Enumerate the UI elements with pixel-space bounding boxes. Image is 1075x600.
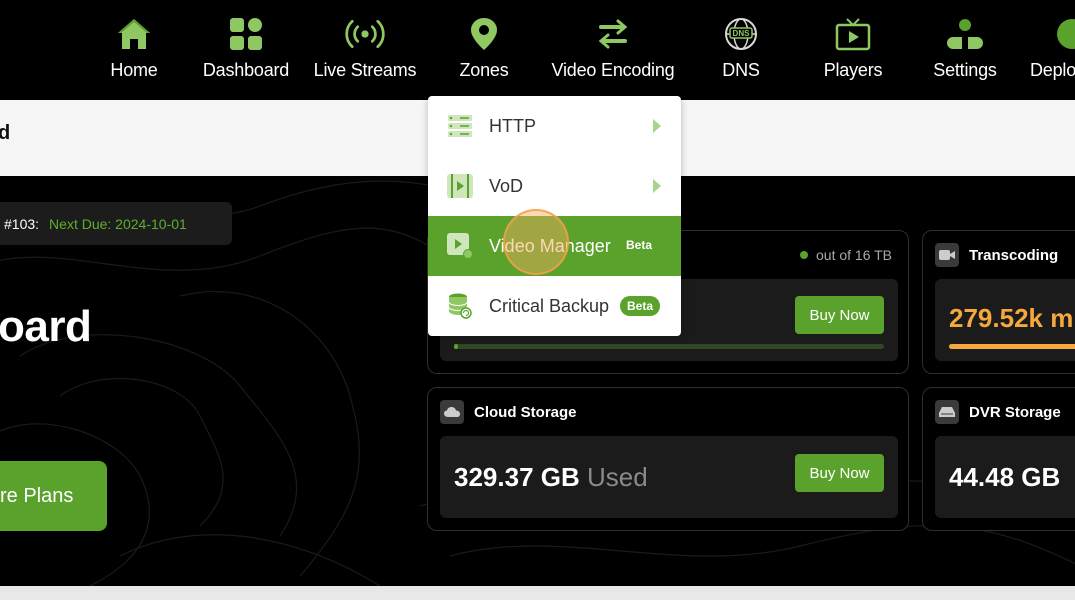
nav-dashboard-label: Dashboard — [202, 60, 290, 80]
invoice-number: #103: — [4, 215, 40, 232]
status-dot — [800, 251, 808, 259]
transcoding-usage-panel: 279.52k m — [935, 279, 1075, 361]
transcoding-value: 279.52k m — [949, 303, 1074, 333]
deploy-icon — [1052, 14, 1075, 54]
nav-video-encoding[interactable]: Video Encoding — [548, 14, 678, 94]
beta-badge: Beta — [620, 296, 661, 316]
server-rack-icon — [447, 113, 473, 139]
transcoding-card: Transcoding 279.52k m — [922, 230, 1075, 374]
submenu-arrow-icon — [653, 179, 661, 193]
explore-plans-button[interactable]: re Plans — [0, 461, 107, 531]
dns-globe-icon: DNS — [721, 14, 761, 54]
bandwidth-buy-now-button[interactable]: Buy Now — [795, 296, 884, 334]
nav-home-label: Home — [110, 60, 158, 80]
zones-dropdown-menu: HTTP VoD Video Manager Beta Critical Bac… — [428, 96, 681, 336]
cloud-storage-used-label: Used — [586, 462, 648, 492]
dvr-storage-value: 44.48 GB — [949, 462, 1061, 492]
nav-home[interactable]: Home — [104, 14, 164, 94]
film-play-icon — [447, 173, 473, 199]
nav-live-streams-label: Live Streams — [313, 60, 417, 80]
submenu-arrow-icon — [653, 119, 661, 133]
menu-item-http[interactable]: HTTP — [428, 96, 681, 156]
top-navigation: Home Dashboard Live Streams Zones Video — [0, 0, 1075, 100]
menu-item-http-label: HTTP — [489, 115, 536, 136]
nav-dns-label: DNS — [722, 60, 760, 80]
nav-video-encoding-label: Video Encoding — [551, 60, 675, 80]
beta-badge: Beta — [626, 238, 653, 252]
cloud-storage-card: Cloud Storage 329.37 GB Used Buy Now — [427, 387, 909, 531]
nav-dashboard[interactable]: Dashboard — [200, 14, 292, 94]
tv-play-icon — [833, 14, 873, 54]
user-settings-icon — [945, 14, 985, 54]
cloud-icon — [440, 400, 464, 424]
breadcrumb: d — [0, 122, 11, 144]
menu-item-video-manager[interactable]: Video Manager Beta — [428, 216, 681, 276]
camera-icon — [935, 243, 959, 267]
dvr-storage-usage-panel: 44.48 GB — [935, 436, 1075, 518]
dvr-storage-card-header: DVR Storage — [935, 400, 1061, 424]
svg-text:DNS: DNS — [733, 29, 751, 38]
menu-item-critical-backup[interactable]: Critical Backup Beta — [428, 276, 681, 336]
nav-settings-label: Settings — [933, 60, 997, 80]
bandwidth-limit: out of 16 TB — [800, 247, 892, 263]
hard-drive-icon — [935, 400, 959, 424]
bandwidth-usage-bar — [454, 344, 884, 349]
cloud-storage-amount: 329.37 GB — [454, 462, 580, 492]
nav-deploy-label: Deplo — [1030, 60, 1075, 80]
bandwidth-usage-fill — [454, 344, 459, 349]
transcoding-usage-bar — [949, 344, 1075, 349]
nav-players[interactable]: Players — [818, 14, 888, 94]
cloud-storage-title: Cloud Storage — [474, 403, 577, 421]
next-due-badge: #103: Next Due: 2024-10-01 — [0, 202, 232, 245]
footer-strip — [0, 586, 1075, 600]
nav-players-label: Players — [823, 60, 883, 80]
dvr-storage-title: DVR Storage — [969, 403, 1061, 421]
nav-dns[interactable]: DNS DNS — [714, 14, 768, 94]
next-due-date: Next Due: 2024-10-01 — [49, 215, 187, 232]
encoding-icon — [593, 14, 633, 54]
home-icon — [114, 14, 154, 54]
bandwidth-limit-text: out of 16 TB — [816, 247, 893, 263]
cloud-storage-card-header: Cloud Storage — [440, 400, 577, 424]
page-title: oard — [0, 302, 92, 351]
page: Home Dashboard Live Streams Zones Video — [0, 0, 1075, 600]
nav-settings[interactable]: Settings — [928, 14, 1002, 94]
dashboard-icon — [226, 14, 266, 54]
cloud-storage-usage-panel: 329.37 GB Used Buy Now — [440, 436, 898, 518]
nav-zones-label: Zones — [459, 60, 509, 80]
database-backup-icon — [447, 293, 473, 319]
menu-item-vod-label: VoD — [489, 175, 524, 196]
transcoding-card-header: Transcoding — [935, 243, 1058, 267]
broadcast-icon — [345, 14, 385, 54]
cloud-storage-value: 329.37 GB Used — [454, 462, 648, 493]
nav-zones[interactable]: Zones — [454, 14, 514, 94]
transcoding-title: Transcoding — [969, 246, 1059, 264]
menu-item-critical-backup-label: Critical Backup — [489, 295, 610, 316]
cloud-storage-buy-now-button[interactable]: Buy Now — [795, 454, 884, 492]
video-manager-icon — [447, 233, 473, 259]
dvr-storage-card: DVR Storage 44.48 GB — [922, 387, 1075, 531]
nav-deploy[interactable]: Deplo — [1030, 14, 1075, 94]
nav-live-streams[interactable]: Live Streams — [310, 14, 420, 94]
menu-item-video-manager-label: Video Manager — [489, 235, 611, 256]
location-pin-icon — [464, 14, 504, 54]
menu-item-vod[interactable]: VoD — [428, 156, 681, 216]
